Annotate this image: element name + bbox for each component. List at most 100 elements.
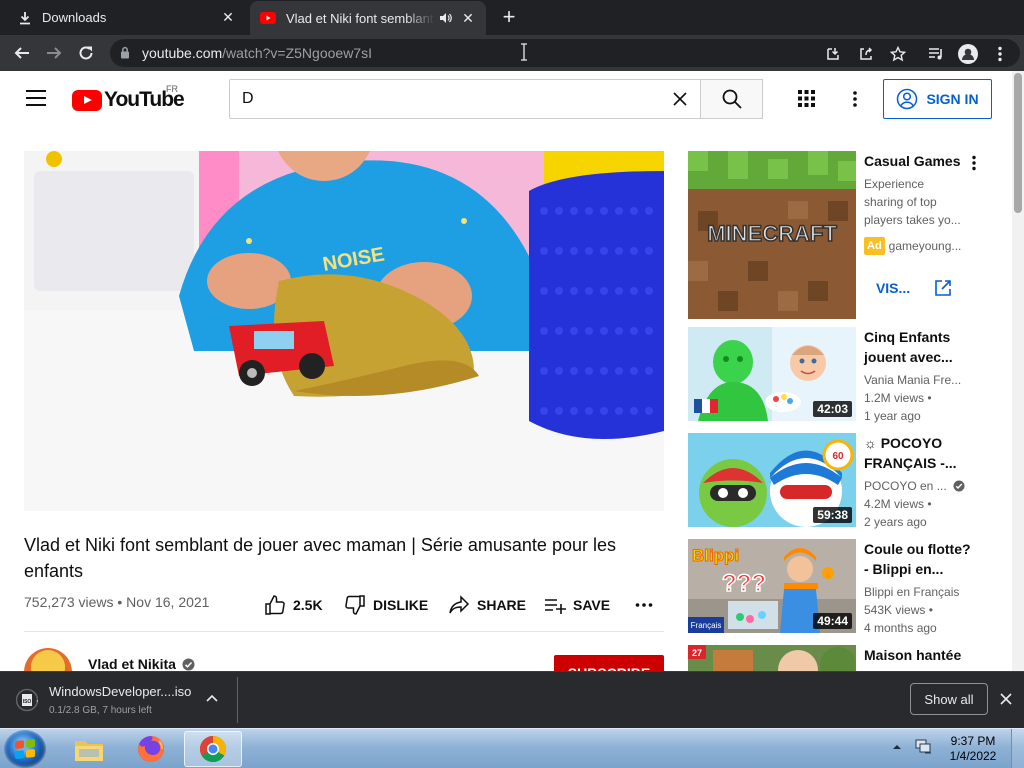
like-button[interactable]: 2.5K [264, 594, 323, 616]
video-thumbnail[interactable]: 42:03 [688, 327, 856, 421]
video-thumbnail[interactable]: 60 59:38 [688, 433, 856, 527]
ad-menu-icon[interactable] [972, 155, 976, 171]
forward-button[interactable] [42, 41, 66, 65]
blippi-thumb-text: Blippi [692, 546, 739, 565]
youtube-logo[interactable]: YouTube FR [72, 84, 185, 112]
sidebar-video-item[interactable]: Blippi ??? Français 49:44 Coule ou flott… [688, 539, 988, 639]
ad-advertiser-row: Ad gameyoung... [864, 237, 961, 255]
sidebar-ad[interactable]: MINECRAFT Casual Games Experience sharin… [688, 151, 988, 321]
video-title-line: Cinq Enfants [864, 329, 951, 345]
video-title-line: - Blippi en... [864, 561, 944, 577]
tab-downloads[interactable]: Downloads ✕ [8, 0, 246, 35]
video-duration: 59:38 [813, 507, 852, 523]
video-age: 1 year ago [864, 409, 921, 423]
video-age: 2 years ago [864, 515, 927, 529]
tab-title: Downloads [42, 10, 107, 25]
install-app-icon[interactable] [823, 44, 843, 64]
reload-button[interactable] [74, 41, 98, 65]
svg-text:ISO: ISO [23, 699, 32, 705]
dislike-button[interactable]: DISLIKE [344, 594, 428, 616]
video-duration: 49:44 [813, 613, 852, 629]
apps-grid-icon[interactable] [797, 89, 816, 108]
external-link-icon [935, 280, 951, 296]
taskbar-firefox[interactable] [122, 731, 180, 767]
share-button[interactable]: SHARE [448, 594, 526, 616]
sidebar-video-item[interactable]: 27 Maison hantée [688, 645, 988, 671]
profile-avatar-icon[interactable] [958, 44, 978, 64]
ad-badge: Ad [864, 237, 885, 255]
chevron-up-icon[interactable] [206, 694, 218, 702]
close-tab-icon[interactable]: ✕ [460, 10, 476, 27]
speaker-icon[interactable] [439, 12, 452, 24]
ad-description-line: Experience [864, 177, 925, 191]
svg-text:???: ??? [722, 570, 766, 597]
start-button[interactable] [4, 730, 46, 768]
iso-file-icon[interactable]: ISO [16, 688, 38, 712]
sign-in-button[interactable]: SIGN IN [883, 79, 992, 119]
taskbar-explorer[interactable] [60, 731, 118, 767]
show-all-button[interactable]: Show all [910, 683, 988, 715]
save-button[interactable]: SAVE [544, 594, 610, 616]
page-scrollbar[interactable] [1012, 71, 1024, 671]
search-box[interactable] [229, 79, 700, 119]
sidebar-video-item[interactable]: 60 59:38 ☼ POCOYO FRANÇAIS -... POCOYO e… [688, 433, 988, 533]
sidebar-video-item[interactable]: 42:03 Cinq Enfants jouent avec... Vania … [688, 327, 988, 427]
video-thumbnail[interactable]: 27 [688, 645, 856, 671]
download-status: 0.1/2.8 GB, 7 hours left [49, 705, 152, 716]
taskbar-chrome[interactable] [184, 731, 242, 767]
sign-in-label: SIGN IN [926, 91, 979, 107]
account-icon [897, 88, 918, 110]
share-label: SHARE [477, 597, 527, 613]
thumbs-down-icon [345, 595, 365, 615]
channel-name[interactable]: Vlad et Nikita [88, 656, 195, 672]
minecraft-logo-text: MINECRAFT [707, 221, 837, 246]
more-horizontal-icon [635, 603, 653, 607]
network-icon[interactable] [914, 737, 932, 755]
show-desktop-button[interactable] [1011, 729, 1024, 768]
video-channel: POCOYO en ... [864, 479, 947, 493]
windows-taskbar: 9:37 PM 1/4/2022 [0, 728, 1024, 768]
tab-youtube-video[interactable]: Vlad et Niki font semblant de jouer avec… [250, 1, 486, 35]
download-file-name[interactable]: WindowsDeveloper....iso [49, 684, 191, 699]
scrollbar-thumb[interactable] [1014, 73, 1022, 213]
video-title-line: FRANÇAIS -... [864, 455, 957, 471]
lock-icon[interactable] [120, 46, 130, 59]
browser-menu-icon[interactable] [990, 44, 1010, 64]
clear-search-icon[interactable] [670, 89, 690, 109]
bookmark-star-icon[interactable] [888, 44, 908, 64]
close-tab-icon[interactable]: ✕ [220, 9, 236, 26]
tab-title: Vlad et Niki font semblant de jouer avec… [286, 10, 435, 26]
ad-thumbnail[interactable]: MINECRAFT [688, 151, 856, 319]
playlist-add-icon [545, 599, 566, 614]
like-count: 2.5K [293, 597, 323, 613]
video-age: 4 months ago [864, 621, 937, 635]
text-cursor-icon [521, 43, 527, 61]
search-button[interactable] [700, 79, 763, 119]
close-icon[interactable] [999, 692, 1013, 706]
video-channel: Vania Mania Fre... [864, 373, 962, 387]
video-thumbnail[interactable]: Blippi ??? Français 49:44 [688, 539, 856, 633]
video-title-line: jouent avec... [864, 349, 953, 365]
verified-icon [182, 658, 195, 670]
address-bar[interactable]: youtube.com/watch?v=Z5Ngooew7sI [110, 39, 1020, 67]
back-button[interactable] [10, 41, 34, 65]
video-player[interactable]: NOISE [24, 151, 664, 511]
video-view-count-date: 752,273 views • Nov 16, 2021 [24, 594, 210, 610]
taskbar-clock[interactable]: 9:37 PM 1/4/2022 [946, 734, 1000, 764]
new-tab-button[interactable]: + [498, 6, 520, 28]
visit-site-button[interactable]: VIS... [864, 271, 964, 305]
search-input[interactable] [242, 88, 662, 110]
save-label: SAVE [573, 597, 611, 613]
guide-menu-icon[interactable] [26, 90, 46, 106]
clock-time: 9:37 PM [950, 734, 996, 748]
info-divider [24, 631, 664, 632]
visit-label: VIS... [875, 280, 911, 296]
video-channel: Blippi en Français [864, 585, 960, 599]
video-title-line: ☼ POCOYO [864, 435, 943, 451]
settings-more-icon[interactable] [846, 89, 864, 109]
video-more-actions-button[interactable] [635, 594, 660, 616]
tray-expand-icon[interactable] [892, 742, 902, 752]
video-title: Vlad et Niki font semblant de jouer avec… [24, 535, 616, 581]
share-icon[interactable] [856, 44, 876, 64]
media-control-icon[interactable] [926, 44, 946, 64]
